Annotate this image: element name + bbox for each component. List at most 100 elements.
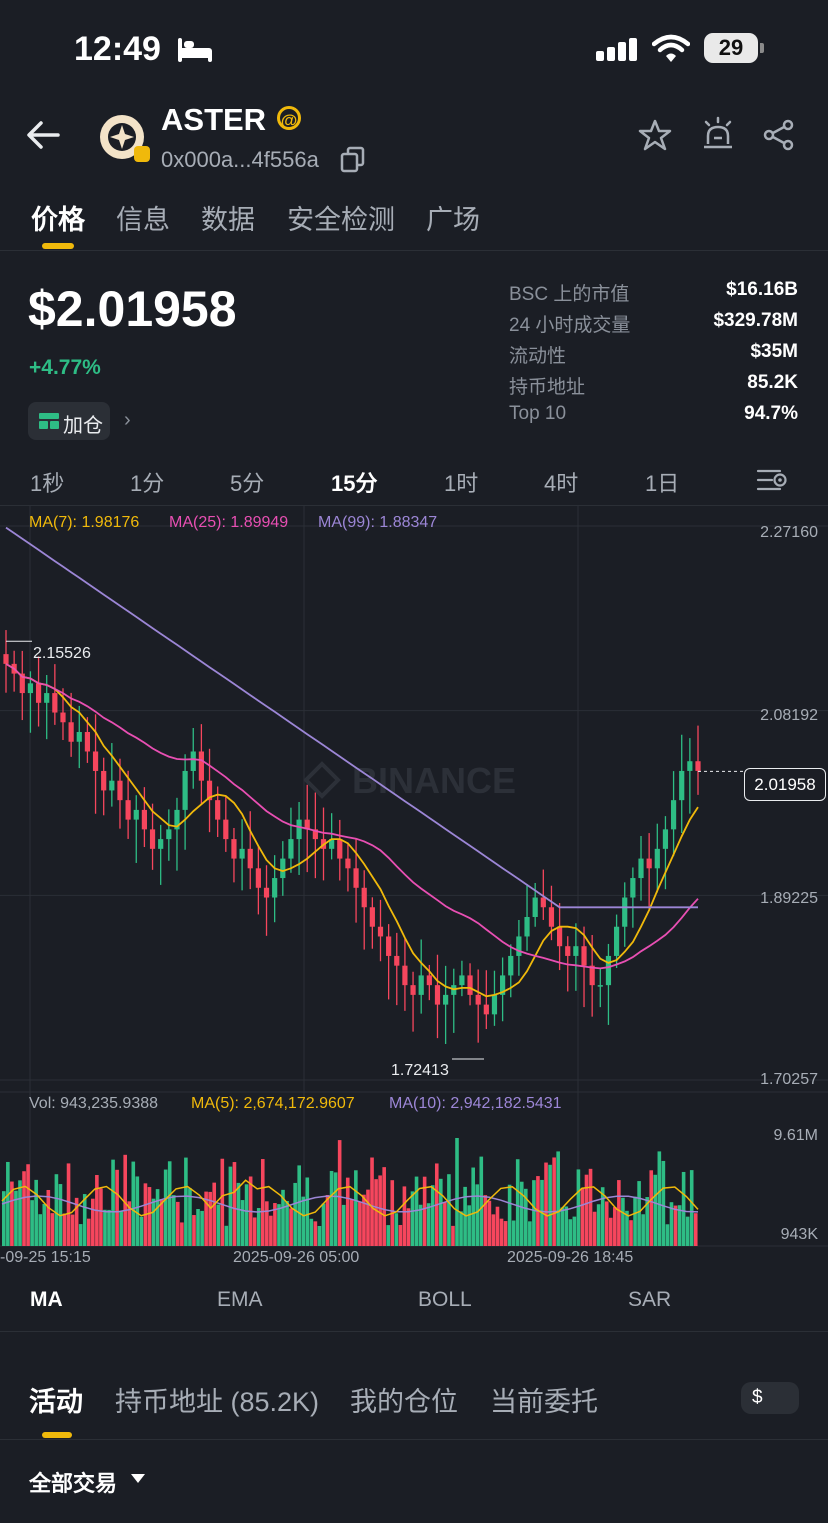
candle-body [687,761,693,771]
volume-bar [252,1217,257,1246]
candle-body [60,712,66,723]
candle-body [255,868,261,888]
candle-body [565,946,571,956]
timeframe-4h[interactable]: 4时 [544,466,578,498]
volume-bar [309,1218,314,1246]
candle-body [410,985,416,995]
back-arrow-icon[interactable] [26,120,60,150]
candle-body [613,926,620,956]
volume-bar [426,1203,431,1246]
volume-bar [576,1169,581,1246]
volume-bar [548,1164,552,1246]
price-alert-icon[interactable] [700,116,736,152]
indicator-ma[interactable]: MA [30,1288,63,1312]
tab-info[interactable]: 信息 [116,198,170,237]
candle-body [141,809,147,830]
volume-bar [333,1172,338,1246]
volume-bar [107,1209,111,1246]
timeframe-5m[interactable]: 5分 [230,466,264,498]
volume-bar [224,1225,229,1246]
volume-bar [471,1167,475,1246]
binance-logo-icon [303,761,341,799]
candle-body [117,780,123,801]
volume-bar [693,1213,698,1246]
price-chart[interactable]: BINANCE [0,506,828,1266]
volume-bar [596,1204,601,1246]
copy-icon[interactable] [340,146,366,174]
trade-filter-dropdown[interactable]: 全部交易 [29,1466,117,1498]
candle-body [296,819,302,840]
volume-axis-label: 9.61M [773,1127,818,1144]
volume-bar [341,1204,346,1246]
candle-body [272,878,278,898]
tab-open-orders[interactable]: 当前委托 [490,1380,598,1419]
wifi-icon [652,34,690,62]
timeframe-1d[interactable]: 1日 [645,466,679,498]
indicator-boll[interactable]: BOLL [418,1288,472,1312]
volume-bar [147,1187,152,1246]
chart-settings-icon[interactable] [756,466,788,494]
volume-bar [410,1191,415,1246]
candle-body [418,975,424,995]
tab-square[interactable]: 广场 [426,198,480,237]
caret-down-icon[interactable] [131,1474,145,1483]
volume-bar [358,1201,362,1246]
timeframe-15m[interactable]: 15分 [331,466,377,498]
volume-bar [131,1161,136,1246]
volume-bar [402,1186,407,1246]
price-axis-label: 2.27160 [760,524,818,541]
tab-data[interactable]: 数据 [201,198,255,237]
candle-body [443,994,449,1005]
volume-bar [370,1157,374,1246]
volume-bar [447,1174,451,1246]
tab-my-positions[interactable]: 我的仓位 [350,1380,458,1419]
currency-toggle[interactable]: $ [741,1382,799,1414]
candle-body [394,955,400,966]
tab-activity[interactable]: 活动 [29,1380,83,1419]
candle-body [646,858,652,869]
timeframe-1s[interactable]: 1秒 [30,466,64,498]
volume-bar [499,1218,504,1246]
volume-bar [285,1200,289,1246]
volume-bar [50,1213,55,1246]
share-icon[interactable] [762,118,796,152]
stat-value-volume: $329.78M [713,310,798,331]
timeframe-1h[interactable]: 1时 [444,466,478,498]
volume-bar [418,1204,423,1246]
candle-body [508,955,514,976]
favorite-star-icon[interactable] [638,118,672,152]
chevron-right-icon[interactable]: › [124,409,131,432]
volume-bar [378,1175,382,1246]
ma25-label: MA(25): 1.89949 [169,514,289,531]
volume-bar [641,1214,645,1246]
volume-bar [386,1225,391,1246]
stat-value-liquidity: $35M [750,341,798,362]
volume-bar [244,1184,249,1246]
candle-body [695,761,701,771]
volume-bar [305,1177,310,1246]
tab-security[interactable]: 安全检测 [287,198,395,237]
volume-bar [30,1200,34,1246]
volume-bar [293,1182,297,1246]
candle-body [361,887,367,908]
candle-body [44,693,50,703]
indicator-sar[interactable]: SAR [628,1288,671,1312]
timeframe-1m[interactable]: 1分 [130,466,164,498]
price-axis-label: 2.08192 [760,707,818,724]
volume-bar [86,1218,91,1246]
volume-bar [70,1214,75,1246]
volume-bar [689,1170,694,1246]
tab-price[interactable]: 价格 [31,198,85,237]
volume-ma5-label: MA(5): 2,674,172.9607 [191,1095,355,1112]
battery-tip [760,43,764,53]
volume-bar [232,1162,237,1246]
volume-bar [532,1180,536,1246]
binance-watermark: BINANCE [303,760,516,801]
volume-bar [459,1211,463,1246]
candle-body [280,858,286,879]
candle-body [263,887,270,898]
volume-bar [265,1201,269,1246]
indicator-ema[interactable]: EMA [217,1288,263,1312]
volume-bar [180,1222,184,1246]
tab-holders[interactable]: 持币地址 (85.2K) [115,1380,319,1419]
